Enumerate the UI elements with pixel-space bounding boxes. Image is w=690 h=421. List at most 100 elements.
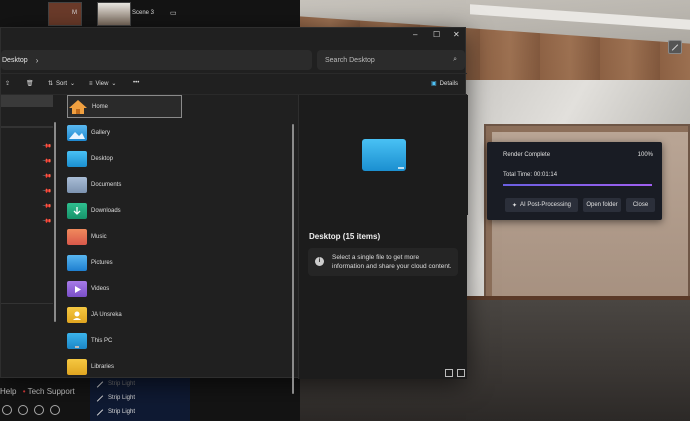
desktop-folder-preview-icon <box>361 139 406 171</box>
view-toggle <box>445 369 465 377</box>
search-input[interactable]: Search Desktop ⌕ <box>317 50 465 70</box>
videos-folder-icon <box>67 280 87 297</box>
chevron-down-icon: ⌄ <box>111 81 117 87</box>
list-item[interactable]: Documents <box>67 173 182 196</box>
help-row: Help • Tech Support <box>0 387 75 396</box>
share-icon[interactable]: ⇪ <box>5 80 10 87</box>
list-item[interactable]: This PC <box>67 329 182 352</box>
details-view-icon[interactable] <box>445 369 453 377</box>
libraries-folder-icon <box>67 358 87 375</box>
list-item[interactable]: Downloads <box>67 199 182 222</box>
search-placeholder: Search Desktop <box>325 56 375 64</box>
list-item[interactable]: Libraries <box>67 355 182 378</box>
more-options-button[interactable]: ••• <box>133 80 139 86</box>
address-bar[interactable]: Desktop › <box>1 50 312 70</box>
host-top-bar: M Scene 3 ▭ <box>0 0 300 28</box>
details-pane: Desktop (15 items) i Select a single fil… <box>298 95 468 379</box>
list-item[interactable]: Home <box>67 95 182 118</box>
list-item[interactable]: Gallery <box>67 121 182 144</box>
documents-folder-icon <box>67 176 87 193</box>
tech-support-dot-icon: • <box>22 387 26 396</box>
info-icon: i <box>315 257 324 266</box>
user-folder-icon <box>67 306 87 323</box>
home-icon <box>68 99 88 115</box>
strip-light-icon <box>96 380 104 388</box>
smile-icon[interactable] <box>2 405 12 415</box>
pin-icon[interactable]: 📌 <box>42 156 52 167</box>
resize-handle-icon[interactable] <box>668 40 682 54</box>
file-explorer-window: – ☐ ✕ Desktop › Search Desktop ⌕ ⇪ 🗑 ⇅ S… <box>0 27 468 394</box>
strip-light-icon <box>96 408 104 416</box>
desktop-folder-icon <box>67 150 87 167</box>
list-item[interactable]: JA Unsreka <box>67 303 182 326</box>
strip-light-icon <box>96 394 104 402</box>
music-folder-icon <box>67 228 87 245</box>
strip-light-list: Strip Light Strip Light Strip Light <box>90 377 190 421</box>
render-progress-bar <box>503 184 652 186</box>
sparkle-icon: ✦ <box>511 202 517 209</box>
pictures-folder-icon <box>67 254 87 271</box>
host-icon-row <box>2 405 60 415</box>
details-info-box: i Select a single file to get more infor… <box>308 248 458 276</box>
maximize-button[interactable]: ☐ <box>433 30 440 39</box>
sort-icon: ⇅ <box>48 81 54 87</box>
breadcrumb-desktop[interactable]: Desktop <box>2 57 28 64</box>
file-list-scrollbar[interactable] <box>292 124 294 394</box>
list-item[interactable]: Strip Light <box>90 391 190 405</box>
pin-icon[interactable]: 📌 <box>42 201 52 212</box>
scene-name-label: Scene 3 <box>132 10 155 16</box>
details-button[interactable]: ▣ Details <box>431 80 458 88</box>
list-item[interactable]: Strip Light <box>90 405 190 419</box>
globe-icon[interactable] <box>50 405 60 415</box>
chevron-down-icon: ⌄ <box>70 81 76 87</box>
scene-thumbnail-label: M <box>72 10 77 16</box>
view-button[interactable]: ≡ View ⌄ <box>89 80 117 88</box>
this-pc-icon <box>67 332 87 349</box>
camera-icon[interactable]: ▭ <box>170 9 177 17</box>
navigation-pane: 📌 📌 📌 📌 📌 📌 <box>1 95 55 379</box>
details-title: Desktop (15 items) <box>309 232 381 241</box>
list-item[interactable]: Pictures <box>67 251 182 274</box>
view-icon: ≡ <box>89 80 93 87</box>
scene-thumbnail[interactable] <box>97 2 131 26</box>
render-complete-dialog: Render Complete 100% Total Time: 00:01:1… <box>487 142 662 220</box>
tech-support-link[interactable]: Tech Support <box>28 387 75 396</box>
settings-icon[interactable] <box>18 405 28 415</box>
render-percent: 100% <box>637 152 653 158</box>
close-button[interactable]: ✕ <box>453 30 460 39</box>
file-list: Home Gallery Desktop Documents Downloads… <box>63 95 293 379</box>
search-icon: ⌕ <box>453 56 457 63</box>
sort-button[interactable]: ⇅ Sort ⌄ <box>48 80 76 88</box>
ai-post-processing-button[interactable]: ✦ AI Post-Processing <box>505 198 578 212</box>
pin-icon[interactable]: 📌 <box>42 216 52 227</box>
delete-icon[interactable]: 🗑 <box>26 80 34 87</box>
nav-item-home[interactable] <box>1 95 53 107</box>
tiles-view-icon[interactable] <box>457 369 465 377</box>
details-pane-icon: ▣ <box>431 81 437 87</box>
close-dialog-button[interactable]: Close <box>626 198 655 212</box>
title-bar[interactable]: – ☐ ✕ <box>1 28 467 42</box>
downloads-folder-icon <box>67 202 87 219</box>
chevron-right-icon[interactable]: › <box>36 56 39 65</box>
toolbar: ⇪ 🗑 ⇅ Sort ⌄ ≡ View ⌄ ••• ▣ Details <box>1 73 467 95</box>
info-icon[interactable] <box>34 405 44 415</box>
list-item[interactable]: Music <box>67 225 182 248</box>
list-item[interactable]: Desktop <box>67 147 182 170</box>
screen: M Scene 3 ▭ Help • Tech Support Strip Li… <box>0 0 690 421</box>
gallery-icon <box>67 124 87 141</box>
render-progress-fill <box>503 184 652 186</box>
list-item[interactable]: Videos <box>67 277 182 300</box>
pin-icon[interactable]: 📌 <box>42 171 52 182</box>
nav-scrollbar[interactable] <box>54 122 56 322</box>
render-title: Render Complete <box>503 152 551 158</box>
help-link[interactable]: Help <box>0 387 16 396</box>
preview-area <box>299 95 468 215</box>
open-folder-button[interactable]: Open folder <box>583 198 621 212</box>
details-info-text: Select a single file to get more informa… <box>332 254 452 270</box>
minimize-button[interactable]: – <box>413 30 417 39</box>
address-row: Desktop › Search Desktop ⌕ <box>1 50 467 72</box>
render-time: Total Time: 00:01:14 <box>503 172 558 178</box>
pin-icon[interactable]: 📌 <box>42 186 52 197</box>
list-item[interactable]: Strip Light <box>90 377 190 391</box>
pin-icon[interactable]: 📌 <box>42 141 52 152</box>
